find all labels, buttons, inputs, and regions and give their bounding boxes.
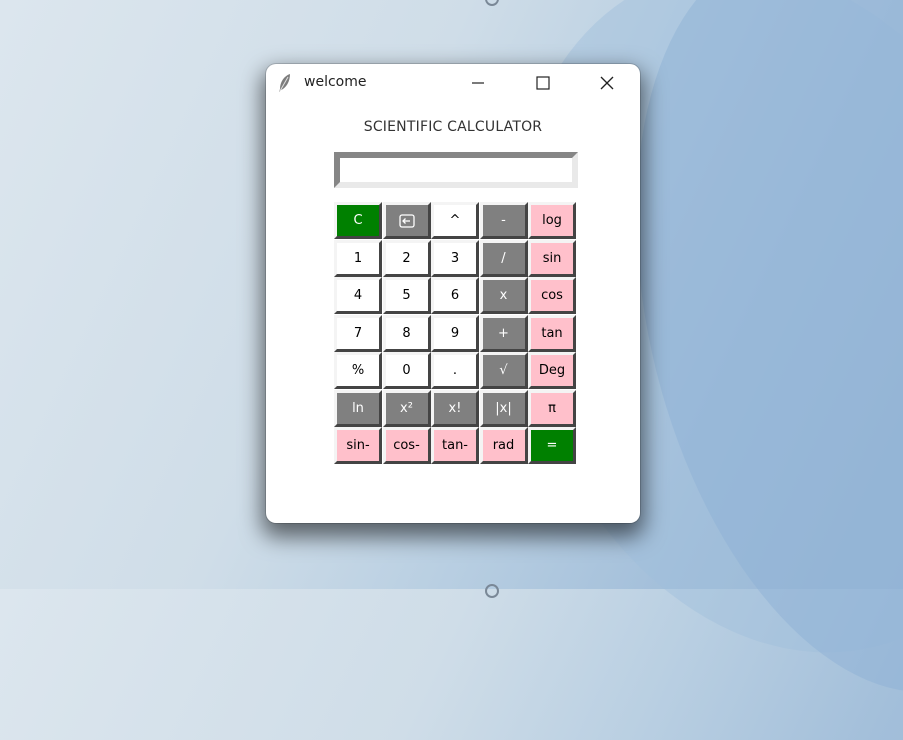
rad-button[interactable]: rad	[479, 427, 528, 464]
digit-7-button[interactable]: 7	[334, 314, 382, 352]
digit-9-button[interactable]: 9	[431, 314, 479, 352]
digit-4-button[interactable]: 4	[334, 277, 382, 314]
abs-button[interactable]: |x|	[479, 389, 528, 427]
digit-8-button[interactable]: 8	[382, 314, 431, 352]
feather-icon	[279, 74, 290, 92]
calculator-display[interactable]	[334, 152, 578, 188]
minus-button[interactable]: -	[479, 202, 528, 239]
digit-0-button[interactable]: 0	[382, 352, 431, 389]
pi-button[interactable]: π	[528, 389, 576, 427]
close-icon[interactable]	[592, 72, 622, 94]
plus-button[interactable]: +	[479, 314, 528, 352]
cos-button[interactable]: cos	[528, 277, 576, 314]
square-button[interactable]: x²	[382, 389, 431, 427]
log-button[interactable]: log	[528, 202, 576, 239]
atan-button[interactable]: tan-	[431, 427, 479, 464]
digit-5-button[interactable]: 5	[382, 277, 431, 314]
desktop-dot	[485, 584, 499, 598]
multiply-button[interactable]: x	[479, 277, 528, 314]
digit-6-button[interactable]: 6	[431, 277, 479, 314]
sin-button[interactable]: sin	[528, 239, 576, 277]
title-bar[interactable]: welcome	[266, 64, 640, 100]
calculator-window: welcome SCIENTIFIC CALCULATOR C ^ - log 1 2 3/…	[266, 64, 640, 523]
deg-button[interactable]: Deg	[528, 352, 576, 389]
digit-3-button[interactable]: 3	[431, 239, 479, 277]
acos-button[interactable]: cos-	[382, 427, 431, 464]
power-button[interactable]: ^	[431, 202, 479, 239]
maximize-icon[interactable]	[528, 72, 558, 94]
divide-button[interactable]: /	[479, 239, 528, 277]
clear-button[interactable]: C	[334, 202, 382, 239]
tan-button[interactable]: tan	[528, 314, 576, 352]
backspace-icon	[398, 213, 415, 228]
digit-1-button[interactable]: 1	[334, 239, 382, 277]
equals-button[interactable]: =	[528, 427, 576, 464]
asin-button[interactable]: sin-	[334, 427, 382, 464]
calculator-heading: SCIENTIFIC CALCULATOR	[363, 119, 543, 135]
ln-button[interactable]: ln	[334, 389, 382, 427]
window-title: welcome	[304, 74, 367, 90]
sqrt-button[interactable]: √	[479, 352, 528, 389]
factorial-button[interactable]: x!	[431, 389, 479, 427]
decimal-button[interactable]: .	[431, 352, 479, 389]
digit-2-button[interactable]: 2	[382, 239, 431, 277]
backspace-button[interactable]	[382, 202, 431, 239]
desktop-dot	[485, 0, 499, 6]
percent-button[interactable]: %	[334, 352, 382, 389]
minimize-icon[interactable]	[463, 72, 493, 94]
